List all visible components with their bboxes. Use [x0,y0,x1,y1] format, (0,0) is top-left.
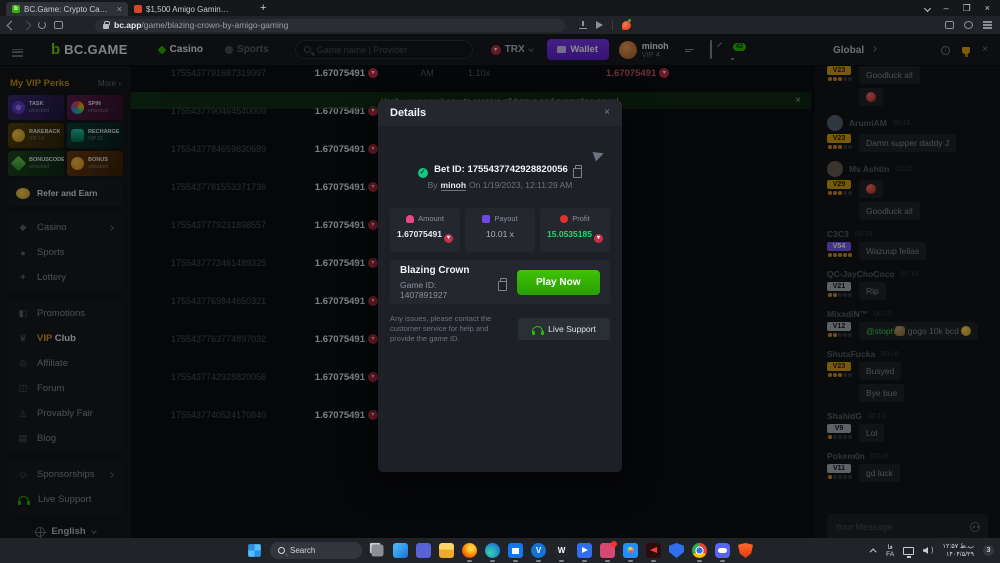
tab-title: $1,500 Amigo Gaming Mid-Week Mu [146,5,232,14]
brave-taskbar-icon[interactable] [738,543,753,558]
trx-coin-icon: ▾ [444,234,453,243]
promo-favicon [134,5,142,13]
clock[interactable]: ب.ظ ۱۲:۵۷۱۴۰۴/۵/۲۹ [942,543,974,559]
tab-close-icon[interactable]: × [117,4,122,14]
bet-user-link[interactable]: minoh [441,180,467,191]
share-bet-icon[interactable] [593,149,606,162]
headset-icon [532,326,543,333]
divider [612,20,613,30]
discord-taskbar-icon[interactable] [715,543,730,558]
bet-meta-line: ByminohOn 1/19/2023, 12:11:29 AM [378,180,622,190]
support-note: Any issues, please contact the customer … [390,314,508,344]
bet-details-modal: Details × ✓ Bet ID: 1755437742928820056 … [378,100,622,472]
verified-icon: ✓ [418,168,428,178]
payout-card: Payout 10.01 x [465,208,535,252]
profit-icon [560,215,568,223]
game-name: Blazing Crown [400,265,486,276]
amount-card: Amount 1.67075491▾ [390,208,460,252]
download-icon[interactable] [579,21,587,29]
bet-date: 1/19/2023, 12:11:29 AM [483,180,573,190]
start-button[interactable] [248,544,261,557]
url-text: bc.app/game/blazing-crown-by-amigo-gamin… [114,20,288,30]
window-close-button[interactable]: × [985,4,990,13]
firefox-taskbar-icon[interactable] [462,543,477,558]
modal-title: Details [390,107,426,119]
modal-close-icon[interactable]: × [604,108,610,118]
windows-taskbar: Search VW [0,538,1000,563]
browser-tab-promo[interactable]: $1,500 Amigo Gaming Mid-Week Mu [128,2,250,16]
notification-center-badge[interactable]: 3 [983,545,994,556]
bet-id-value: 1755437742928820056 [467,164,567,175]
bcgame-favicon: b [12,5,20,13]
browser-tab-bcgame[interactable]: b BC.Game: Crypto Casino Games & × [6,2,128,16]
payout-icon [482,215,490,223]
taskbar-search[interactable]: Search [270,542,362,559]
security-taskbar-icon[interactable] [669,543,684,558]
sidebar-toggle-icon[interactable] [945,21,954,29]
widgets-taskbar-icon[interactable] [393,543,408,558]
teams-taskbar-icon[interactable] [416,543,431,558]
reload-icon[interactable] [38,21,46,29]
v-app-taskbar-icon[interactable]: V [531,543,546,558]
screen: b BC.Game: Crypto Casino Games & × $1,50… [0,0,1000,563]
tab-title: BC.Game: Crypto Casino Games & [24,5,110,14]
search-icon [278,547,285,554]
amount-icon [406,215,414,223]
language-indicator[interactable]: فاFA [886,544,894,558]
game-id: Game ID: 1407891927 [400,280,486,300]
w-app-taskbar-icon[interactable]: W [554,543,569,558]
network-icon[interactable] [903,547,914,555]
extension-icon[interactable] [622,21,631,30]
back-icon[interactable] [7,20,17,30]
task-view-taskbar-icon[interactable] [372,545,384,557]
play-now-button[interactable]: Play Now [517,270,601,295]
window-restore-button[interactable]: ❐ [963,4,971,13]
explorer-taskbar-icon[interactable] [439,543,454,558]
share-icon[interactable] [596,21,603,29]
lock-icon [103,24,109,29]
trx-coin-icon: ▾ [594,234,603,243]
volume-icon[interactable] [923,547,928,554]
window-chevron-icon[interactable] [924,4,931,11]
window-minimize-button[interactable]: – [944,4,949,13]
reading-list-icon[interactable] [54,21,63,29]
url-field[interactable]: bc.app/game/blazing-crown-by-amigo-gamin… [95,19,565,32]
forward-icon[interactable] [22,20,32,30]
copy-bet-id-icon[interactable] [575,165,582,173]
game-card: Blazing Crown Game ID: 1407891927 Play N… [390,260,610,304]
adobe-app-taskbar-icon[interactable] [646,543,661,558]
wallet-panel-icon[interactable] [964,21,973,29]
browser-tabstrip: b BC.Game: Crypto Casino Games & × $1,50… [0,0,1000,16]
edge-taskbar-icon[interactable] [485,543,500,558]
bet-id-line: ✓ Bet ID: 1755437742928820056 [378,164,622,178]
share-app-taskbar-icon[interactable] [600,543,615,558]
chrome-taskbar-icon[interactable] [692,543,707,558]
browser-menu-icon[interactable] [983,24,992,26]
live-support-button[interactable]: Live Support [518,318,610,340]
copy-game-id-icon[interactable] [500,278,507,286]
store-taskbar-icon[interactable] [508,543,523,558]
browser-addressbar: bc.app/game/blazing-crown-by-amigo-gamin… [0,16,1000,34]
media-player-taskbar-icon[interactable] [577,543,592,558]
system-tray: فاFA ) ب.ظ ۱۲:۵۷۱۴۰۴/۵/۲۹ 3 [872,538,994,563]
new-tab-button[interactable]: + [260,2,266,14]
photos-taskbar-icon[interactable] [623,543,638,558]
profit-card: Profit 15.0535185▾ [540,208,610,252]
